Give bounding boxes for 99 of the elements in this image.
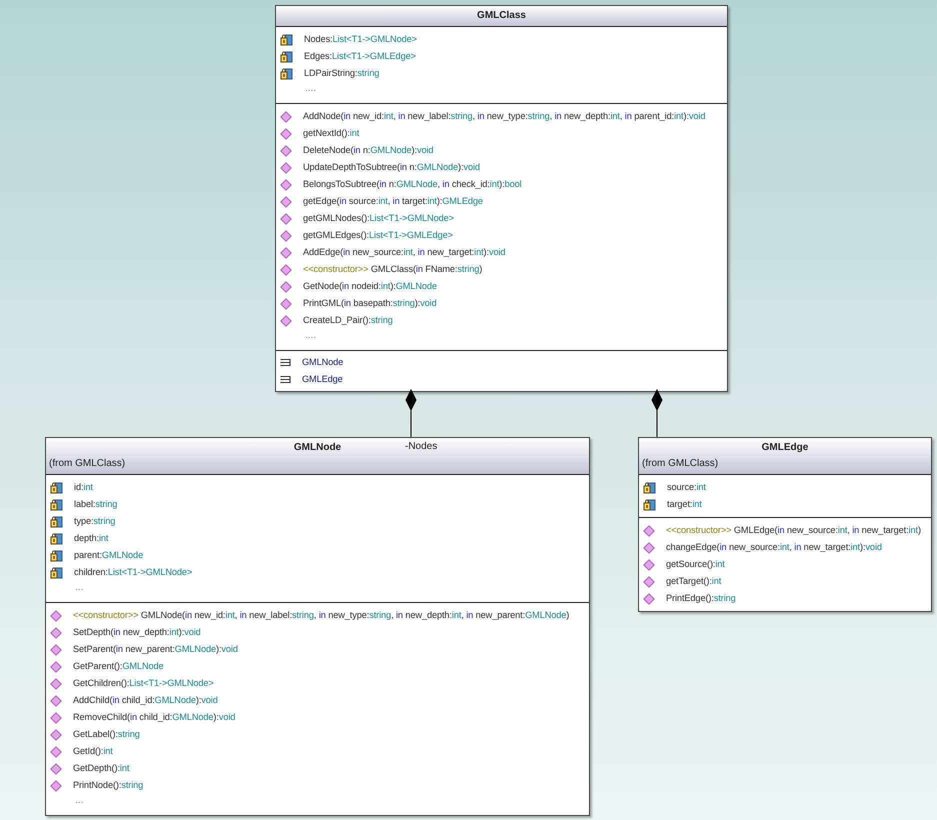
composition-connector xyxy=(405,388,417,438)
nested-class-text: GMLEdge xyxy=(302,373,343,386)
role-label: -Nodes xyxy=(405,441,438,453)
method-icon xyxy=(50,694,62,706)
attribute-icon xyxy=(50,498,63,510)
method-text: SetParent(in new_parent:GMLNode):void xyxy=(73,643,238,656)
nested-class-icon xyxy=(280,375,291,384)
method-icon xyxy=(643,592,655,604)
method-icon xyxy=(643,542,655,554)
attribute-text: children:List<T1->GMLNode> xyxy=(74,566,192,579)
method-icon xyxy=(50,660,62,672)
attribute-text: type:string xyxy=(74,515,116,528)
method-text: getNextId():int xyxy=(303,127,360,140)
method-icon xyxy=(643,524,655,536)
method-text: SetDepth(in new_depth:int):void xyxy=(73,626,201,639)
method-icon xyxy=(50,728,62,740)
method-text: <<constructor>> GMLNode(in new_id:int, in new_label:string, in new_type:string, in new_depth:int, in new_parent:GMLNode) xyxy=(73,609,570,622)
method-text: DeleteNode(in n:GMLNode):void xyxy=(303,144,434,157)
more-ellipsis: .... xyxy=(305,83,316,94)
method-text: <<constructor>> GMLClass(in FName:string) xyxy=(303,263,482,276)
method-icon xyxy=(280,246,292,258)
method-icon xyxy=(280,212,292,224)
class-name: GMLClass xyxy=(477,10,526,21)
package-note: (from GMLClass) xyxy=(642,458,718,469)
attribute-text: id:int xyxy=(74,481,93,494)
attribute-text: label:string xyxy=(74,498,118,511)
method-text: GetLabel():string xyxy=(73,728,140,741)
package-note: (from GMLClass) xyxy=(49,458,126,469)
more-ellipsis: ... xyxy=(75,582,84,593)
method-icon xyxy=(280,178,292,190)
class-name: GMLNode xyxy=(294,442,342,453)
method-icon xyxy=(50,678,62,690)
attribute-text: Edges:List<T1->GMLEdge> xyxy=(304,50,416,63)
method-icon xyxy=(280,110,292,122)
method-text: AddChild(in child_id:GMLNode):void xyxy=(73,694,218,707)
method-text: UpdateDepthToSubtree(in n:GMLNode):void xyxy=(303,161,480,174)
method-text: GetChildren():List<T1->GMLNode> xyxy=(73,677,214,690)
method-text: AddNode(in new_id:int, in new_label:string, in new_type:string, in new_depth:int, in parent_id:int):void xyxy=(303,110,706,123)
method-icon xyxy=(643,576,655,588)
attribute-text: parent:GMLNode xyxy=(74,549,144,562)
method-text: PrintNode():string xyxy=(73,779,144,792)
method-text: changeEdge(in new_source:int, in new_target:int):void xyxy=(666,541,882,554)
method-text: getGMLNodes():List<T1->GMLNode> xyxy=(303,212,454,225)
class-box[interactable] xyxy=(275,5,728,392)
more-ellipsis: ... xyxy=(75,795,84,806)
method-icon xyxy=(280,298,292,310)
method-text: getTarget():int xyxy=(666,575,722,588)
method-icon xyxy=(280,196,292,208)
attribute-icon xyxy=(280,50,293,62)
class-box[interactable] xyxy=(45,437,590,816)
method-text: PrintEdge():string xyxy=(666,592,736,605)
attribute-text: LDPairString:string xyxy=(304,67,380,80)
method-text: PrintGML(in basepath:string):void xyxy=(303,297,437,310)
method-text: getSource():int xyxy=(666,558,725,571)
method-icon xyxy=(50,762,62,774)
attribute-icon xyxy=(50,532,63,544)
attribute-icon xyxy=(50,482,63,494)
class-name: GMLEdge xyxy=(762,442,808,453)
method-icon xyxy=(280,280,292,292)
method-icon xyxy=(280,230,292,242)
attribute-text: Nodes:List<T1->GMLNode> xyxy=(304,33,417,46)
method-icon xyxy=(280,128,292,140)
method-icon xyxy=(643,558,655,570)
method-icon xyxy=(50,780,62,792)
attribute-text: source:int xyxy=(667,481,706,494)
method-icon xyxy=(280,264,292,276)
attribute-icon xyxy=(50,566,63,578)
attribute-icon xyxy=(643,482,656,494)
method-icon xyxy=(50,610,62,622)
method-text: GetDepth():int xyxy=(73,762,130,775)
class-box[interactable] xyxy=(638,437,932,612)
attribute-icon xyxy=(50,550,63,562)
attribute-icon xyxy=(280,68,293,80)
more-ellipsis: .... xyxy=(305,330,316,341)
method-icon xyxy=(50,712,62,724)
method-text: GetId():int xyxy=(73,745,113,758)
composition-connector xyxy=(651,388,663,438)
method-icon xyxy=(280,314,292,326)
method-text: <<constructor>> GMLEdge(in new_source:int, in new_target:int) xyxy=(666,524,921,537)
method-icon xyxy=(280,144,292,156)
method-icon xyxy=(280,162,292,174)
method-text: BelongsToSubtree(in n:GMLNode, in check_id:int):bool xyxy=(303,178,522,191)
method-text: getGMLEdges():List<T1->GMLEdge> xyxy=(303,229,453,242)
method-icon xyxy=(50,746,62,758)
method-text: AddEdge(in new_source:int, in new_target:int):void xyxy=(303,246,506,259)
method-text: GetParent():GMLNode xyxy=(73,660,164,673)
attribute-icon xyxy=(643,498,656,510)
method-icon xyxy=(50,644,62,656)
attribute-icon xyxy=(50,516,63,528)
attribute-text: depth:int xyxy=(74,532,108,545)
method-text: RemoveChild(in child_id:GMLNode):void xyxy=(73,711,236,724)
nested-class-icon xyxy=(280,358,291,367)
method-text: getEdge(in source:int, in target:int):GMLEdge xyxy=(303,195,483,208)
nested-class-text: GMLNode xyxy=(302,356,344,369)
method-text: GetNode(in nodeid:int):GMLNode xyxy=(303,280,437,293)
method-icon xyxy=(50,626,62,638)
method-text: CreateLD_Pair():string xyxy=(303,314,393,327)
attribute-icon xyxy=(280,34,293,46)
attribute-text: target:int xyxy=(667,498,702,511)
